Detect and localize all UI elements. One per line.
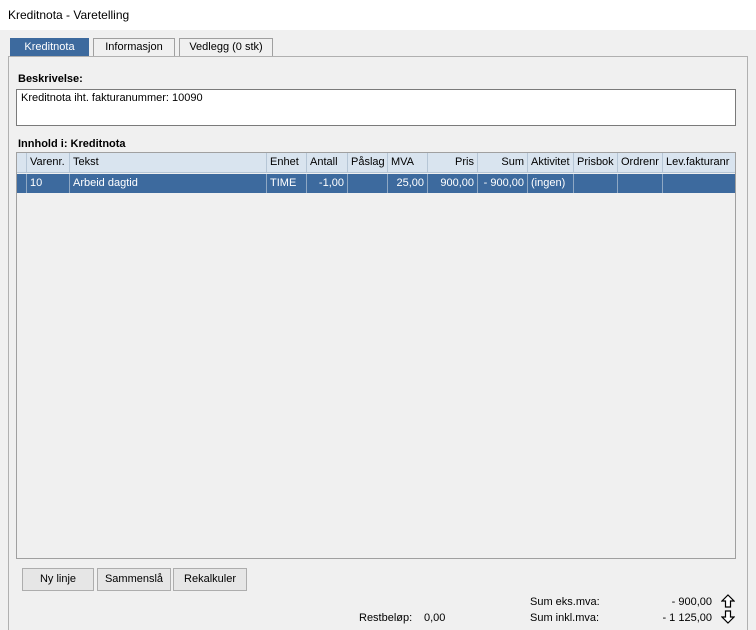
cell-ordrenr[interactable] (618, 174, 663, 193)
col-prisbok[interactable]: Prisbok (574, 153, 618, 172)
cell-prisbok[interactable] (574, 174, 618, 193)
col-varenr[interactable]: Varenr. (27, 153, 70, 172)
col-tekst[interactable]: Tekst (70, 153, 267, 172)
sum-ex-vat-label: Sum eks.mva: (530, 596, 600, 608)
sum-ex-vat-value: - 900,00 (671, 596, 712, 608)
row-header-corner (17, 153, 27, 172)
description-label: Beskrivelse: (18, 73, 83, 85)
recalculate-button[interactable]: Rekalkuler (173, 568, 247, 591)
content-grid[interactable]: Varenr. Tekst Enhet Antall Påslag MVA Pr… (16, 152, 736, 559)
col-mva[interactable]: MVA (388, 153, 428, 172)
merge-button[interactable]: Sammenslå (97, 568, 171, 591)
new-line-button[interactable]: Ny linje (22, 568, 94, 591)
sum-inc-vat-value: - 1 125,00 (662, 612, 712, 624)
rest-amount-label: Restbeløp: (359, 612, 413, 624)
cell-levfakturanr[interactable] (663, 174, 735, 193)
window-title: Kreditnota - Varetelling (8, 8, 130, 22)
rest-amount-value: 0,00 (424, 612, 446, 624)
arrow-up-icon[interactable] (721, 594, 735, 608)
sum-inc-vat-label: Sum inkl.mva: (530, 612, 600, 624)
col-enhet[interactable]: Enhet (267, 153, 307, 172)
cell-paslag[interactable] (348, 174, 388, 193)
tab-kreditnota[interactable]: Kreditnota (10, 38, 89, 57)
cell-sum[interactable]: - 900,00 (478, 174, 528, 193)
col-pris[interactable]: Pris (428, 153, 478, 172)
col-levfakturanr[interactable]: Lev.fakturanr (663, 153, 735, 172)
cell-varenr[interactable]: 10 (27, 174, 70, 193)
col-antall[interactable]: Antall (307, 153, 348, 172)
title-bar: Kreditnota - Varetelling (0, 0, 756, 30)
cell-enhet[interactable]: TIME (267, 174, 307, 193)
description-field[interactable]: Kreditnota iht. fakturanummer: 10090 (16, 89, 736, 126)
cell-antall[interactable]: -1,00 (307, 174, 348, 193)
col-aktivitet[interactable]: Aktivitet (528, 153, 574, 172)
table-row[interactable]: 10 Arbeid dagtid TIME -1,00 25,00 900,00… (17, 174, 735, 193)
cell-aktivitet[interactable]: (ingen) (528, 174, 574, 193)
tab-informasjon[interactable]: Informasjon (93, 38, 175, 57)
tab-vedlegg[interactable]: Vedlegg (0 stk) (179, 38, 273, 57)
col-sum[interactable]: Sum (478, 153, 528, 172)
cell-mva[interactable]: 25,00 (388, 174, 428, 193)
arrow-down-icon[interactable] (721, 610, 735, 624)
col-paslag[interactable]: Påslag (348, 153, 388, 172)
cell-tekst[interactable]: Arbeid dagtid (70, 174, 267, 193)
col-ordrenr[interactable]: Ordrenr (618, 153, 663, 172)
row-header[interactable] (17, 174, 27, 193)
content-label: Innhold i: Kreditnota (18, 138, 126, 150)
grid-header: Varenr. Tekst Enhet Antall Påslag MVA Pr… (17, 153, 735, 173)
cell-pris[interactable]: 900,00 (428, 174, 478, 193)
